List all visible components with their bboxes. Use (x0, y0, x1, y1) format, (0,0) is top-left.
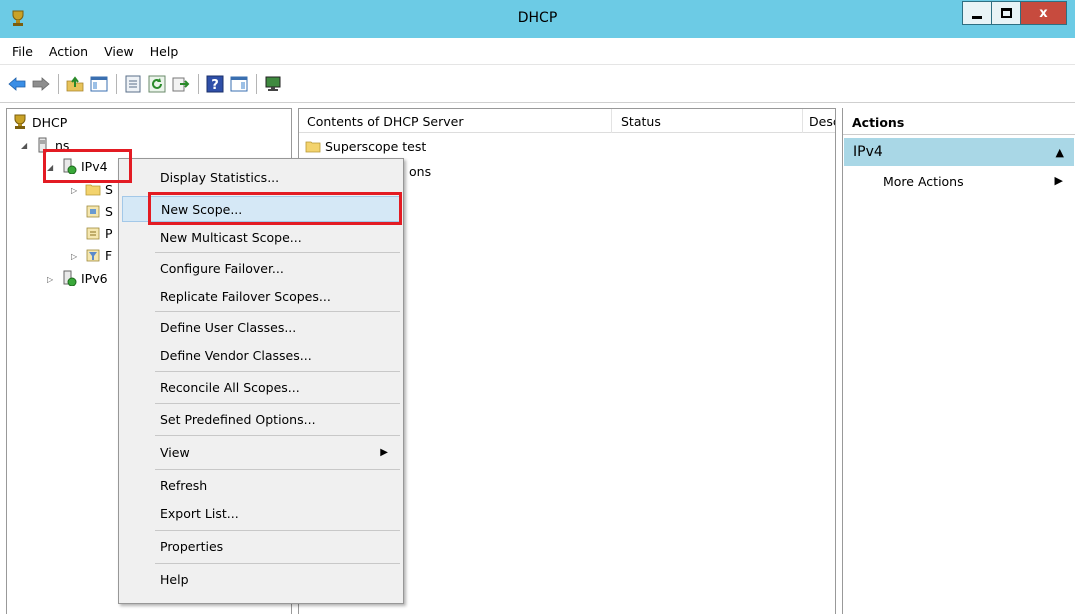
export-list-icon[interactable] (172, 75, 190, 93)
toolbar-separator (256, 74, 257, 94)
menu-item-help[interactable]: Help (122, 566, 400, 592)
list-item-label: Superscope test (325, 138, 427, 154)
collapse-up-icon[interactable]: ▲ (1056, 146, 1064, 159)
menu-separator (155, 311, 400, 312)
more-actions-link[interactable]: More Actions (883, 174, 964, 189)
menu-item-reconcile-all-scopes[interactable]: Reconcile All Scopes... (122, 374, 400, 400)
properties-icon[interactable] (124, 75, 142, 93)
menu-item-replicate-failover-scopes[interactable]: Replicate Failover Scopes... (122, 283, 400, 309)
list-item[interactable]: Superscope test (305, 136, 426, 156)
menu-item-export-list[interactable]: Export List... (122, 500, 400, 526)
column-header-status[interactable]: Status (621, 114, 661, 129)
menu-item-set-predefined-options[interactable]: Set Predefined Options... (122, 406, 400, 432)
submenu-arrow-icon: ▶ (380, 446, 388, 458)
expand-arrow-icon[interactable]: ▷ (71, 186, 77, 195)
collapse-arrow-icon[interactable]: ◢ (21, 141, 27, 150)
expand-arrow-icon[interactable]: ▷ (47, 275, 53, 284)
menu-item-refresh[interactable]: Refresh (122, 472, 400, 498)
list-item-label: ons (409, 163, 432, 179)
column-headers: Contents of DHCP Server Status Desc (299, 109, 835, 133)
monitor-icon[interactable] (264, 75, 282, 93)
window-title: DHCP (517, 10, 558, 26)
menu-separator (155, 252, 400, 253)
tree-label: S (105, 203, 113, 219)
annotation-highlight-new-scope (148, 192, 402, 225)
policies-icon (86, 227, 100, 240)
maximize-icon (1000, 8, 1012, 18)
column-divider[interactable] (611, 109, 612, 133)
menu-item-display-statistics[interactable]: Display Statistics... (122, 164, 400, 190)
actions-section-ipv4[interactable]: IPv4 ▲ (844, 138, 1074, 166)
tree-node-child[interactable]: S (85, 200, 113, 222)
tree-node-child[interactable]: P (85, 222, 113, 244)
column-divider[interactable] (802, 109, 803, 133)
close-icon: x (1039, 5, 1048, 21)
expand-arrow-icon[interactable]: ▷ (71, 252, 77, 261)
actions-pane: Actions IPv4 ▲ More Actions ▶ (842, 108, 1075, 614)
menu-item-new-multicast-scope[interactable]: New Multicast Scope... (122, 224, 400, 250)
menu-file[interactable]: File (4, 44, 41, 59)
tree-label: P (105, 225, 113, 241)
menu-separator (155, 469, 400, 470)
folder-icon (305, 141, 321, 153)
actions-section-label: IPv4 (853, 144, 883, 160)
toolbar-separator (116, 74, 117, 94)
toolbar-separator (58, 74, 59, 94)
column-header-contents[interactable]: Contents of DHCP Server (307, 114, 463, 129)
tree-label: IPv6 (81, 270, 108, 286)
menu-help[interactable]: Help (142, 44, 187, 59)
submenu-arrow-icon[interactable]: ▶ (1055, 174, 1063, 187)
tree-label: DHCP (32, 114, 68, 130)
title-bar: DHCP x (0, 0, 1075, 38)
menu-view[interactable]: View (96, 44, 142, 59)
maximize-button[interactable] (991, 1, 1021, 25)
minimize-icon (972, 15, 982, 19)
filters-icon (86, 249, 100, 262)
server-options-icon (86, 205, 100, 218)
menu-separator (155, 435, 400, 436)
tree-node-dhcp[interactable]: DHCP (12, 111, 67, 133)
forward-arrow-icon[interactable] (32, 75, 50, 93)
tree-node-ipv6[interactable]: IPv6 (61, 267, 108, 289)
up-folder-icon[interactable] (66, 75, 84, 93)
tree-node-child[interactable]: F (85, 244, 112, 266)
menu-separator (155, 530, 400, 531)
folder-icon (85, 184, 101, 196)
close-button[interactable]: x (1020, 1, 1067, 25)
menu-item-define-user-classes[interactable]: Define User Classes... (122, 314, 400, 340)
menu-separator (155, 403, 400, 404)
annotation-highlight-ipv4 (43, 149, 132, 183)
help-icon[interactable]: ? (206, 75, 224, 93)
menu-item-view[interactable]: View ▶ (122, 439, 400, 465)
actions-header: Actions (843, 111, 1075, 135)
toolbar: ? (0, 66, 1075, 103)
tree-label: F (105, 247, 113, 263)
menu-separator (155, 371, 400, 372)
ipv6-server-icon (63, 270, 77, 286)
menu-separator (155, 563, 400, 564)
show-hide-tree-icon[interactable] (90, 75, 108, 93)
toolbar-separator (198, 74, 199, 94)
menu-item-configure-failover[interactable]: Configure Failover... (122, 255, 400, 281)
show-hide-action-pane-icon[interactable] (230, 75, 248, 93)
refresh-icon[interactable] (148, 75, 166, 93)
dhcp-trophy-icon (14, 114, 26, 129)
menu-bar: File Action View Help (0, 38, 1075, 65)
menu-item-define-vendor-classes[interactable]: Define Vendor Classes... (122, 342, 400, 368)
menu-action[interactable]: Action (41, 44, 96, 59)
tree-label: S (105, 181, 113, 197)
back-arrow-icon[interactable] (8, 75, 26, 93)
menu-item-properties[interactable]: Properties (122, 533, 400, 559)
menu-item-label: View (160, 444, 190, 460)
svg-text:?: ? (211, 78, 219, 93)
list-item[interactable]: ons (409, 161, 431, 181)
column-header-description[interactable]: Desc (809, 114, 835, 129)
minimize-button[interactable] (962, 1, 992, 25)
